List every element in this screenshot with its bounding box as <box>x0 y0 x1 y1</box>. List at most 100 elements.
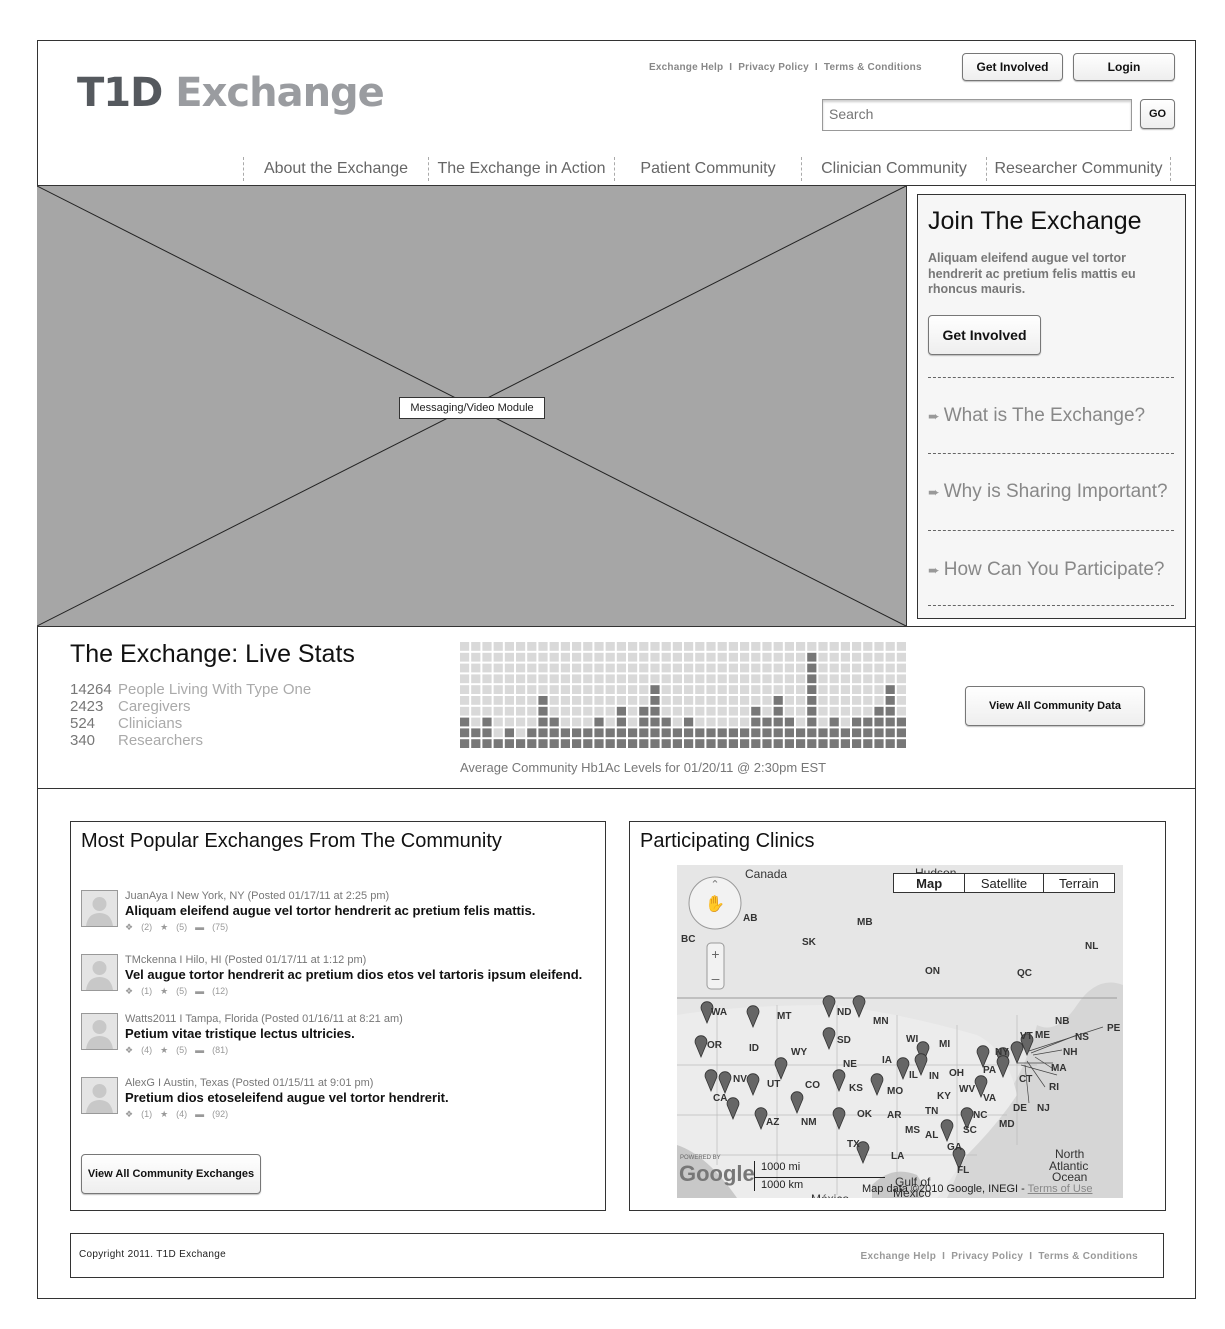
grid-cell <box>684 706 694 716</box>
post-title[interactable]: Vel augue tortor hendrerit ac pretium di… <box>125 967 582 982</box>
privacy-policy-link[interactable]: Privacy Policy <box>738 62 809 73</box>
grid-cell <box>549 652 559 662</box>
google-logo[interactable]: Google <box>679 1161 755 1187</box>
pin-icon: ❖ <box>125 1109 134 1119</box>
grid-cell <box>751 642 761 651</box>
terms-link[interactable]: Terms & Conditions <box>824 62 922 73</box>
svg-text:⌃: ⌃ <box>710 879 719 891</box>
grid-cell <box>728 652 738 662</box>
terms-of-use-link[interactable]: Terms of Use <box>1028 1183 1093 1195</box>
grid-cell <box>874 642 884 651</box>
map-region-label: TN <box>925 1106 939 1117</box>
map-region-label: DE <box>1013 1103 1027 1114</box>
grid-cell-filled <box>639 728 649 738</box>
login-button[interactable]: Login <box>1073 53 1175 81</box>
footer-exchange-help-link[interactable]: Exchange Help <box>861 1251 937 1262</box>
grid-cell <box>661 696 671 705</box>
nav-researcher-community[interactable]: Researcher Community <box>986 157 1171 181</box>
nav-exchange-in-action[interactable]: The Exchange in Action <box>428 157 614 181</box>
grid-cell <box>516 685 526 694</box>
get-involved-header-button[interactable]: Get Involved <box>962 53 1063 81</box>
grid-cell-filled <box>538 696 548 705</box>
grid-cell <box>874 674 884 684</box>
grid-cell <box>751 652 761 662</box>
grid-cell <box>773 674 783 684</box>
grid-cell <box>504 642 514 651</box>
grid-cell-filled <box>504 728 514 738</box>
map-region-label: PE <box>1107 1023 1121 1034</box>
grid-cell <box>672 706 682 716</box>
faq-how-participate[interactable]: ➨ How Can You Participate? <box>928 559 1165 581</box>
post-title[interactable]: Aliquam eleifend augue vel tortor hendre… <box>125 903 535 918</box>
map-region-label: MD <box>999 1119 1015 1130</box>
grid-cell-filled <box>684 739 694 748</box>
map-region-label: AB <box>743 913 758 924</box>
list-item[interactable]: JuanAya I New York, NY (Posted 01/17/11 … <box>81 890 601 942</box>
grid-cell-filled <box>684 717 694 727</box>
nav-clinician-community[interactable]: Clinician Community <box>801 157 986 181</box>
grid-cell <box>896 642 906 651</box>
grid-cell-filled <box>852 739 862 748</box>
list-item[interactable]: Watts2011 I Tampa, Florida (Posted 01/16… <box>81 1013 601 1065</box>
map-region-label: NB <box>1055 1016 1070 1027</box>
grid-cell-filled <box>639 739 649 748</box>
faq-what-is[interactable]: ➨ What is The Exchange? <box>928 405 1145 427</box>
view-all-community-data-button[interactable]: View All Community Data <box>965 686 1145 726</box>
go-button[interactable]: GO <box>1140 99 1175 129</box>
grid-cell <box>482 685 492 694</box>
list-item[interactable]: TMckenna I Hilo, HI (Posted 01/17/11 at … <box>81 954 601 1006</box>
footer-terms-link[interactable]: Terms & Conditions <box>1038 1251 1138 1262</box>
grid-cell <box>762 685 772 694</box>
post-meta: JuanAya I New York, NY (Posted 01/17/11 … <box>125 890 390 902</box>
grid-cell <box>762 663 772 673</box>
grid-cell <box>717 663 727 673</box>
svg-text:+: + <box>711 946 719 962</box>
grid-cell-filled <box>863 717 873 727</box>
grid-cell-filled <box>807 717 817 727</box>
grid-cell <box>874 685 884 694</box>
grid-cell-filled <box>549 728 559 738</box>
post-title[interactable]: Petium vitae tristique lectus ultricies. <box>125 1026 355 1041</box>
map-region-label: NH <box>1063 1047 1078 1058</box>
clinics-title: Participating Clinics <box>640 830 815 852</box>
grid-cell <box>583 717 593 727</box>
post-title[interactable]: Pretium dios etoseleifend augue vel tort… <box>125 1090 449 1105</box>
grid-cell <box>661 642 671 651</box>
comment-count: (81) <box>212 1045 229 1055</box>
grid-cell <box>852 696 862 705</box>
clinics-map[interactable]: ✋ ⌃ + – CanadaHudsonABMBBCSKNLONQCWAMTND… <box>677 865 1123 1198</box>
list-item[interactable]: AlexG I Austin, Texas (Posted 01/15/11 a… <box>81 1077 601 1129</box>
tab-map[interactable]: Map <box>894 874 966 892</box>
join-get-involved-button[interactable]: Get Involved <box>928 315 1041 355</box>
map-region-label: MS <box>905 1125 920 1136</box>
nav-patient-community[interactable]: Patient Community <box>614 157 801 181</box>
grid-cell <box>527 642 537 651</box>
pin-count: (4) <box>141 1045 153 1055</box>
grid-cell-filled <box>874 739 884 748</box>
pin-icon: ❖ <box>125 922 134 932</box>
grid-cell-filled <box>504 739 514 748</box>
grid-cell <box>762 674 772 684</box>
grid-cell <box>740 706 750 716</box>
grid-cell <box>460 663 470 673</box>
grid-cell <box>695 717 705 727</box>
star-icon: ★ <box>160 986 169 996</box>
tab-satellite[interactable]: Satellite <box>965 874 1044 892</box>
grid-cell <box>829 685 839 694</box>
stat-number: 524 <box>70 715 96 732</box>
footer-privacy-policy-link[interactable]: Privacy Policy <box>951 1251 1023 1262</box>
grid-cell-filled <box>896 717 906 727</box>
view-all-exchanges-button[interactable]: View All Community Exchanges <box>81 1154 261 1194</box>
grid-cell-filled <box>460 717 470 727</box>
video-module[interactable]: Messaging/Video Module <box>37 186 907 626</box>
site-logo[interactable]: T1D Exchange <box>77 70 385 116</box>
nav-about[interactable]: About the Exchange <box>243 157 428 181</box>
exchange-help-link[interactable]: Exchange Help <box>649 62 723 73</box>
arrow-icon: ➨ <box>928 408 940 424</box>
tab-terrain[interactable]: Terrain <box>1044 874 1114 892</box>
grid-cell <box>616 642 626 651</box>
map-region-label: KY <box>937 1091 951 1102</box>
grid-cell-filled <box>762 728 772 738</box>
faq-why-sharing[interactable]: ➨ Why is Sharing Important? <box>928 481 1168 503</box>
search-input[interactable] <box>823 100 1135 128</box>
